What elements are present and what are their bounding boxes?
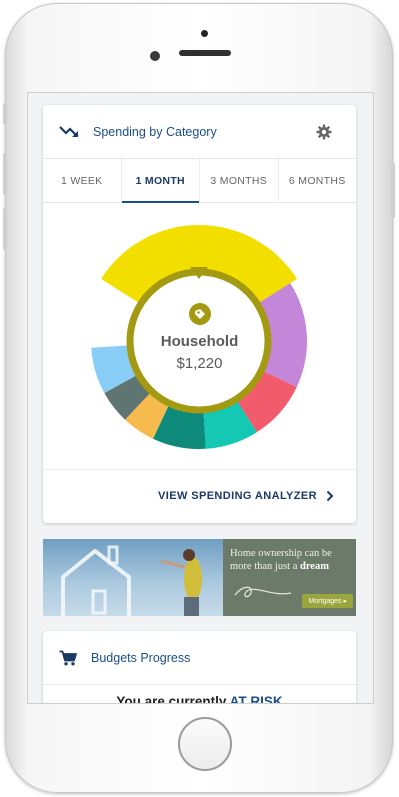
budget-status: You are currently AT RISK — [43, 694, 356, 704]
swirl-decoration — [234, 586, 292, 598]
spending-card-header: Spending by Category — [43, 105, 356, 159]
budget-status-value: AT RISK — [229, 694, 283, 704]
mortgage-ad-banner[interactable]: Home ownership can be more than just a d… — [43, 539, 356, 616]
volume-up-button — [3, 153, 7, 195]
tab-1-week[interactable]: 1 WEEK — [43, 159, 122, 202]
budgets-card-header: Budgets Progress — [43, 631, 356, 685]
banner-text-panel: Home ownership can be more than just a d… — [223, 539, 356, 616]
earpiece-speaker — [179, 50, 231, 56]
home-button[interactable] — [178, 717, 232, 771]
view-spending-analyzer-link[interactable]: VIEW SPENDING ANALYZER — [43, 470, 356, 522]
budgets-title: Budgets Progress — [91, 650, 191, 665]
selected-category-name: Household — [160, 333, 239, 350]
spending-donut-chart: Household $1,220 — [43, 203, 356, 470]
cloud-house-illustration — [61, 545, 202, 616]
tab-6-months[interactable]: 6 MONTHS — [279, 159, 357, 202]
mute-switch — [3, 103, 7, 125]
front-camera — [150, 51, 160, 61]
selected-category-amount: $1,220 — [176, 355, 223, 372]
mortgages-button[interactable]: Mortgages ▸ — [302, 594, 353, 608]
card-title: Spending by Category — [93, 124, 217, 139]
banner-headline-emphasis: dream — [299, 561, 329, 572]
gear-icon[interactable] — [316, 124, 332, 140]
power-button — [391, 163, 395, 218]
cart-icon — [59, 650, 77, 666]
tab-1-month[interactable]: 1 MONTH — [121, 159, 200, 203]
app-screen: Spending by Category 1 WEEK 1 MONTH 3 MO… — [27, 92, 374, 704]
banner-photo — [43, 539, 223, 616]
volume-down-button — [3, 208, 7, 250]
tab-3-months[interactable]: 3 MONTHS — [200, 159, 279, 202]
spending-card: Spending by Category 1 WEEK 1 MONTH 3 MO… — [43, 105, 356, 523]
tag-icon — [43, 303, 356, 330]
proximity-sensor — [201, 30, 208, 37]
banner-headline: Home ownership can be more than just a d… — [230, 547, 354, 573]
budgets-card: Budgets Progress You are currently AT RI… — [43, 631, 356, 704]
time-range-tabs: 1 WEEK 1 MONTH 3 MONTHS 6 MONTHS — [43, 159, 356, 203]
budget-status-prefix: You are currently — [116, 694, 230, 704]
chevron-right-icon — [326, 490, 334, 502]
trending-down-icon — [59, 125, 79, 139]
analyzer-link-label: VIEW SPENDING ANALYZER — [158, 490, 317, 502]
